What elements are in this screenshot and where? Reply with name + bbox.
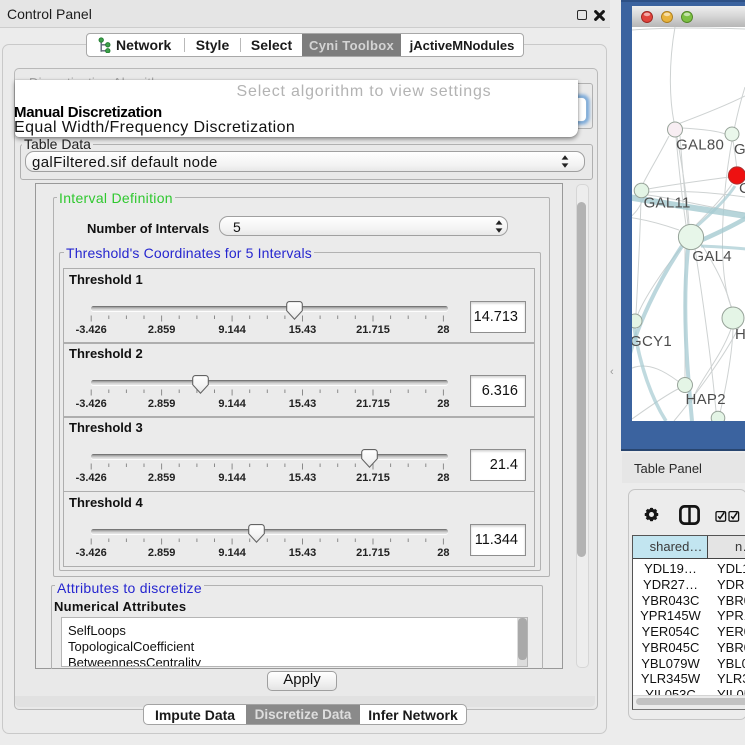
svg-text:GA: GA: [734, 141, 745, 158]
svg-text:GAL4: GAL4: [692, 248, 732, 265]
svg-text:GAL80: GAL80: [676, 137, 724, 154]
svg-text:HAP2: HAP2: [686, 391, 726, 408]
svg-text:C: C: [739, 180, 745, 197]
svg-text:GCY1: GCY1: [632, 333, 672, 350]
svg-text:GAL11: GAL11: [644, 194, 691, 211]
svg-text:H: H: [735, 326, 745, 343]
